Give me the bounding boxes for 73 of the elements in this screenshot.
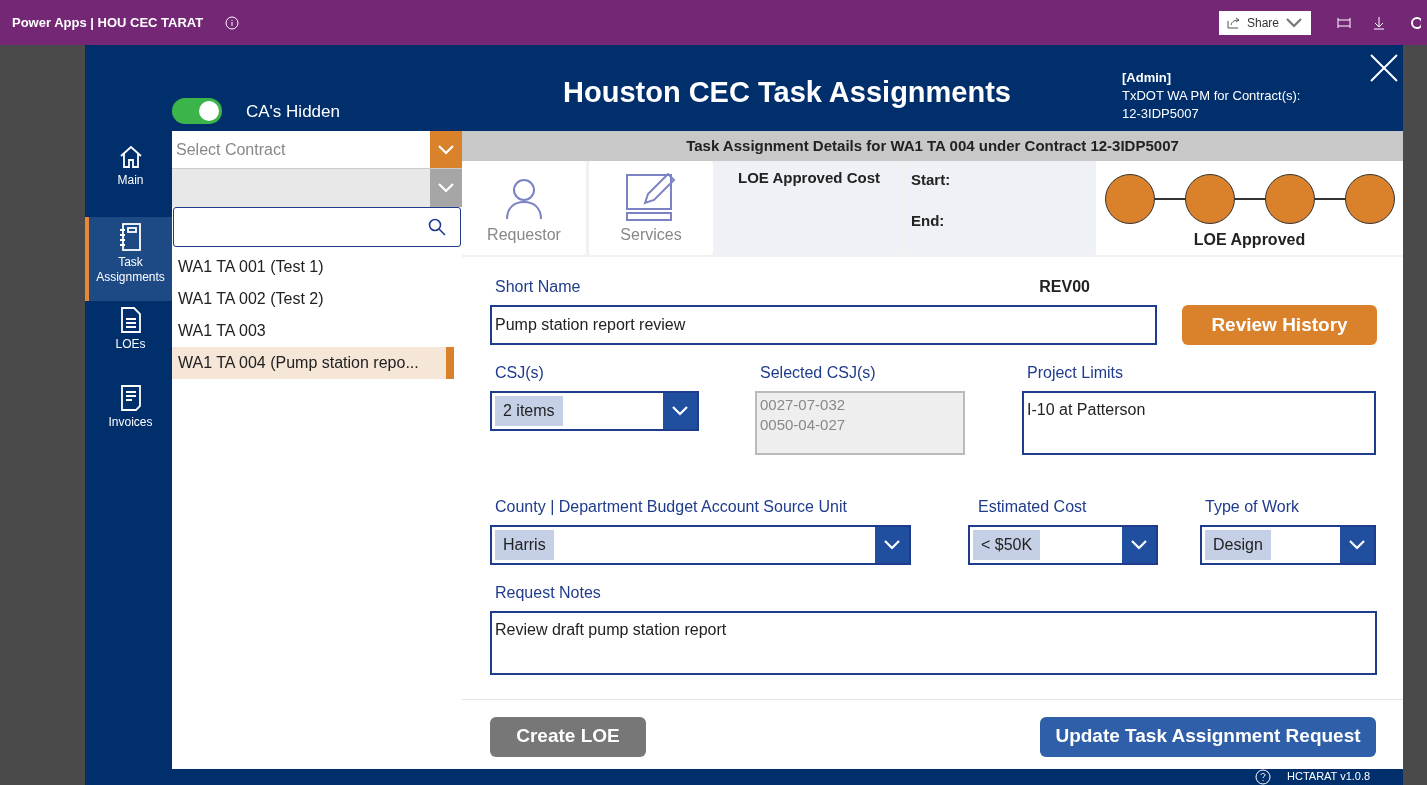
field-label: CSJ(s) <box>495 364 544 381</box>
field-label: Type of Work <box>1205 498 1299 515</box>
csj-value: 0050-04-027 <box>760 415 847 435</box>
task-list-item[interactable]: WA1 TA 003 <box>172 315 462 347</box>
details-title: Task Assignment Details for WA1 TA 004 under Contract 12-3IDP5007 <box>686 135 1179 156</box>
field-label: REV00 <box>1039 277 1090 297</box>
search-field[interactable] <box>173 207 461 247</box>
download-icon[interactable] <box>1373 15 1385 30</box>
csj-value: 0027-07-032 <box>760 395 847 415</box>
nav-item[interactable]: Main <box>85 139 172 217</box>
invoice-icon <box>119 384 142 412</box>
dropdown[interactable]: 2 items <box>490 391 699 431</box>
field-label: Estimated Cost <box>978 498 1087 515</box>
user-info: 12-3IDP5007 <box>1122 105 1200 123</box>
project-limits-field[interactable]: I-10 at Patterson <box>1022 391 1376 455</box>
dropdown-value: Design <box>1205 530 1271 560</box>
notebook-icon <box>117 222 144 252</box>
short-name-field[interactable]: Pump station report review <box>490 305 1157 345</box>
search-icon <box>428 218 446 236</box>
cost-label: LOE Approved Cost <box>738 168 880 188</box>
task-list-item[interactable]: WA1 TA 001 (Test 1) <box>172 251 462 283</box>
field-label: Project Limits <box>1027 364 1124 381</box>
update-request-button[interactable]: Update Task Assignment Request <box>1040 716 1376 757</box>
task-list-item[interactable]: WA1 TA 002 (Test 2) <box>172 283 462 315</box>
user-info: TxDOT WA PM for Contract(s): <box>1122 87 1301 105</box>
user-role: [Admin] <box>1122 69 1173 87</box>
field-label: County | Department Budget Account Source Unit <box>495 498 847 515</box>
tile-label: Requestor <box>487 225 561 245</box>
chevron-down-icon <box>1348 539 1366 551</box>
share-icon <box>1226 16 1241 29</box>
person-icon <box>504 177 544 221</box>
dropdown-value: 2 items <box>495 396 563 426</box>
nav-item[interactable]: LOEs <box>85 301 172 379</box>
version-label: HCTARAT v1.0.8 <box>1287 769 1371 785</box>
info-icon[interactable] <box>225 15 240 30</box>
app-title: Power Apps | HOU CEC TARAT <box>12 13 204 32</box>
nav-label: Task Assignments <box>95 255 166 285</box>
dropdown[interactable]: Design <box>1200 525 1376 565</box>
field-label: Selected CSJ(s) <box>760 364 876 381</box>
nav-item[interactable]: Invoices <box>85 379 172 457</box>
toggle-switch[interactable] <box>172 98 222 124</box>
chevron-down-icon <box>437 182 455 194</box>
document-icon <box>119 306 142 334</box>
toggle-label: CA's Hidden <box>246 100 340 123</box>
chevron-down-icon <box>1285 16 1303 29</box>
chevron-down-icon <box>1130 539 1148 551</box>
end-label: End: <box>911 210 946 231</box>
request-notes-field[interactable]: Review draft pump station report <box>490 611 1377 675</box>
dropdown-value: < $50K <box>973 530 1041 560</box>
status-label: LOE Approved <box>1193 230 1306 250</box>
start-label: Start: <box>911 170 952 190</box>
tile-card[interactable]: Services <box>589 161 713 255</box>
tile-label: Services <box>620 225 682 245</box>
chevron-down-icon <box>883 539 901 551</box>
dropdown-value: Harris <box>495 530 554 560</box>
fit-screen-icon[interactable] <box>1337 16 1351 29</box>
task-list-item[interactable]: WA1 TA 004 (Pump station repo... <box>172 347 454 379</box>
app-heading: Houston CEC Task Assignments <box>563 75 1011 110</box>
chevron-down-icon <box>671 405 689 417</box>
chevron-down-icon <box>437 143 455 156</box>
nav-item[interactable]: Task Assignments <box>85 217 172 301</box>
dropdown[interactable]: < $50K <box>968 525 1158 565</box>
field-label: Short Name <box>495 277 581 297</box>
nav-label: Invoices <box>107 415 154 430</box>
tile-card[interactable]: Requestor <box>462 161 586 255</box>
close-icon[interactable] <box>1369 53 1399 83</box>
create-loe-button[interactable]: Create LOE <box>490 716 646 757</box>
field-label: Request Notes <box>495 584 601 601</box>
nav-label: LOEs <box>114 337 147 352</box>
help-icon[interactable] <box>1255 768 1271 785</box>
dropdown[interactable]: Harris <box>490 525 911 565</box>
share-button[interactable]: Share <box>1218 10 1311 35</box>
nav-label: Main <box>116 173 145 188</box>
